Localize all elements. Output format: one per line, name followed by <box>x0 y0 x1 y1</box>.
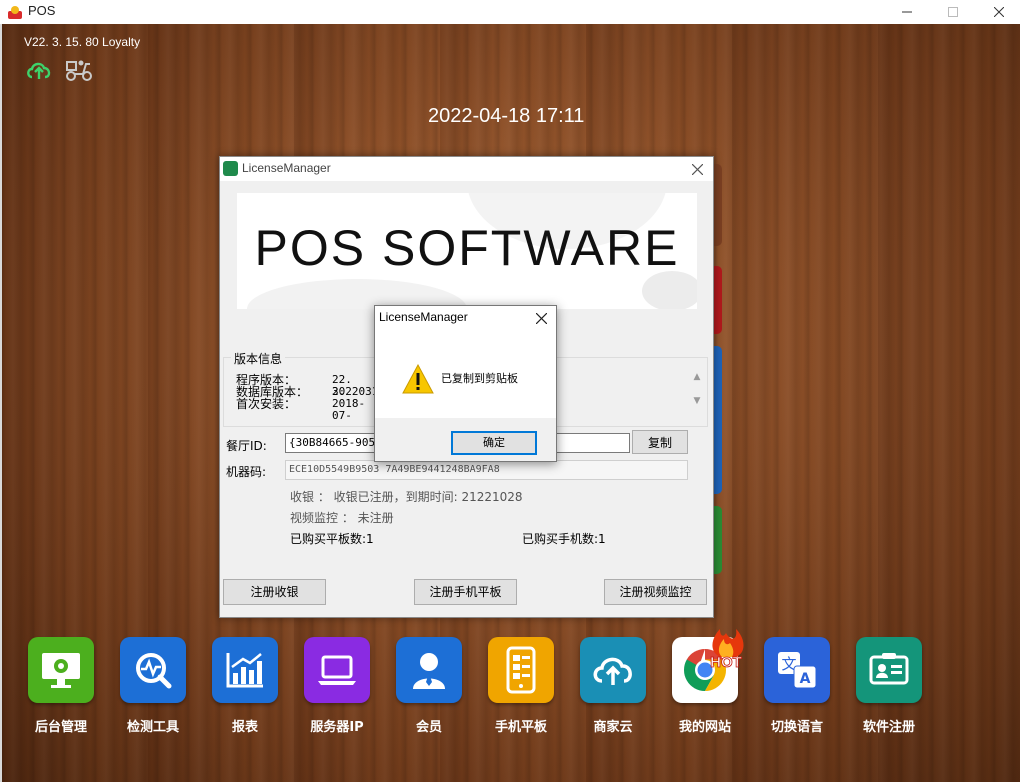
dock-label: 切换语言 <box>770 720 823 735</box>
dock-item-members[interactable]: 会员 <box>383 637 475 737</box>
app-title: POS <box>28 3 56 18</box>
cloud-sync-icon[interactable] <box>26 59 52 81</box>
id-card-icon <box>869 653 909 685</box>
machine-code-field[interactable]: ECE10D5549B9503 7A49BE9441248BA9FA8 <box>285 460 688 480</box>
close-icon <box>535 312 547 324</box>
dock-tile[interactable] <box>580 637 646 703</box>
close-icon <box>691 163 703 175</box>
license-close-button[interactable] <box>685 159 709 179</box>
message-box-text: 已复制到剪贴板 <box>441 372 518 385</box>
dock-label: 手机平板 <box>494 720 547 735</box>
dock-item-backend[interactable]: 后台管理 <box>15 637 107 737</box>
minimize-icon <box>902 11 912 13</box>
tablet-icon <box>506 646 536 694</box>
cloud-upload-icon <box>593 657 632 685</box>
dock-label: 会员 <box>415 720 442 735</box>
product-banner: POS SOFTWARE <box>237 193 697 309</box>
dock-label: 商家云 <box>593 720 633 735</box>
svg-text:A: A <box>800 671 811 687</box>
message-box-body: 已复制到剪贴板 <box>375 330 556 418</box>
dock-item-switch-language[interactable]: 文 A 切换语言 <box>751 637 843 737</box>
minimize-button[interactable] <box>884 0 930 24</box>
dock-tile[interactable] <box>28 637 94 703</box>
license-window-title: LicenseManager <box>242 161 331 175</box>
copied-message-box: LicenseManager 已复制到剪贴板 确定 <box>374 305 557 462</box>
dock-label: 软件注册 <box>862 720 915 735</box>
version-scrollbar[interactable]: ▲ ▼ <box>689 372 705 420</box>
pos-registration-status: 收银 ： 收银已注册，到期时间: 21221028 <box>290 490 523 504</box>
dock-label: 检测工具 <box>126 720 179 735</box>
dock-item-merchant-cloud[interactable]: 商家云 <box>567 637 659 737</box>
machine-code-label: 机器码: <box>226 465 267 479</box>
dock-tile[interactable] <box>304 637 370 703</box>
copy-button[interactable]: 复制 <box>632 430 688 454</box>
ok-button[interactable]: 确定 <box>451 431 537 455</box>
dock-tile[interactable] <box>488 637 554 703</box>
person-icon <box>413 653 445 689</box>
dock-tile[interactable] <box>396 637 462 703</box>
dock-item-reports[interactable]: 报表 <box>199 637 291 737</box>
message-box-title: LicenseManager <box>379 310 468 324</box>
bought-phones-count: 已购买手机数:1 <box>522 532 606 546</box>
bar-chart-icon <box>226 653 263 688</box>
delivery-scooter-icon[interactable] <box>64 58 94 82</box>
dock-item-diagnostics[interactable]: 检测工具 <box>107 637 199 737</box>
dock-item-software-registration[interactable]: 软件注册 <box>843 637 935 737</box>
message-box-close-button[interactable] <box>530 308 552 328</box>
dock-item-mobile[interactable]: 手机平板 <box>475 637 567 737</box>
monitor-gear-icon <box>42 653 80 688</box>
dock-label: 服务器IP <box>310 720 364 735</box>
version-row-label: 首次安装： <box>236 397 297 411</box>
maximize-icon <box>948 7 958 17</box>
dock-label: 我的网站 <box>678 720 731 735</box>
version-group-label: 版本信息 <box>231 350 286 367</box>
dock-tile[interactable] <box>212 637 278 703</box>
scroll-up-icon[interactable]: ▲ <box>689 372 705 382</box>
license-window-titlebar: LicenseManager <box>220 157 713 181</box>
close-button[interactable] <box>976 0 1020 24</box>
dock-label: 后台管理 <box>34 720 87 735</box>
laptop-icon <box>318 655 356 685</box>
message-box-titlebar: LicenseManager <box>375 306 556 330</box>
register-pos-button[interactable]: 注册收银 <box>223 579 326 605</box>
video-registration-status: 视频监控 ： 未注册 <box>290 511 394 525</box>
hot-badge-icon: HOT <box>710 629 744 671</box>
magnifier-pulse-icon <box>136 653 172 689</box>
translate-icon: 文 A <box>778 652 817 689</box>
current-datetime: 2022-04-18 17:11 <box>428 105 585 127</box>
register-video-button[interactable]: 注册视频监控 <box>604 579 707 605</box>
dock-tile[interactable]: 文 A <box>764 637 830 703</box>
scroll-down-icon[interactable]: ▼ <box>689 396 705 406</box>
dock-item-server-ip[interactable]: 服务器IP <box>291 637 383 737</box>
dock-tile[interactable] <box>856 637 922 703</box>
register-tablet-button[interactable]: 注册手机平板 <box>414 579 517 605</box>
restaurant-id-label: 餐厅ID: <box>226 439 267 453</box>
hot-badge-label: HOT <box>710 654 742 671</box>
license-app-icon <box>223 161 238 176</box>
app-titlebar: POS <box>0 0 1020 24</box>
warning-icon <box>402 364 434 394</box>
dock-tile[interactable] <box>120 637 186 703</box>
maximize-button[interactable] <box>930 0 976 24</box>
close-icon <box>994 7 1004 17</box>
app-logo-icon <box>8 6 22 19</box>
version-label: V22. 3. 15. 80 Loyalty <box>24 35 141 49</box>
bought-tablets-count: 已购买平板数:1 <box>290 532 374 546</box>
banner-title: POS SOFTWARE <box>254 220 680 276</box>
dock-label: 报表 <box>231 720 258 735</box>
version-row-value: 2018-07- <box>332 397 366 422</box>
